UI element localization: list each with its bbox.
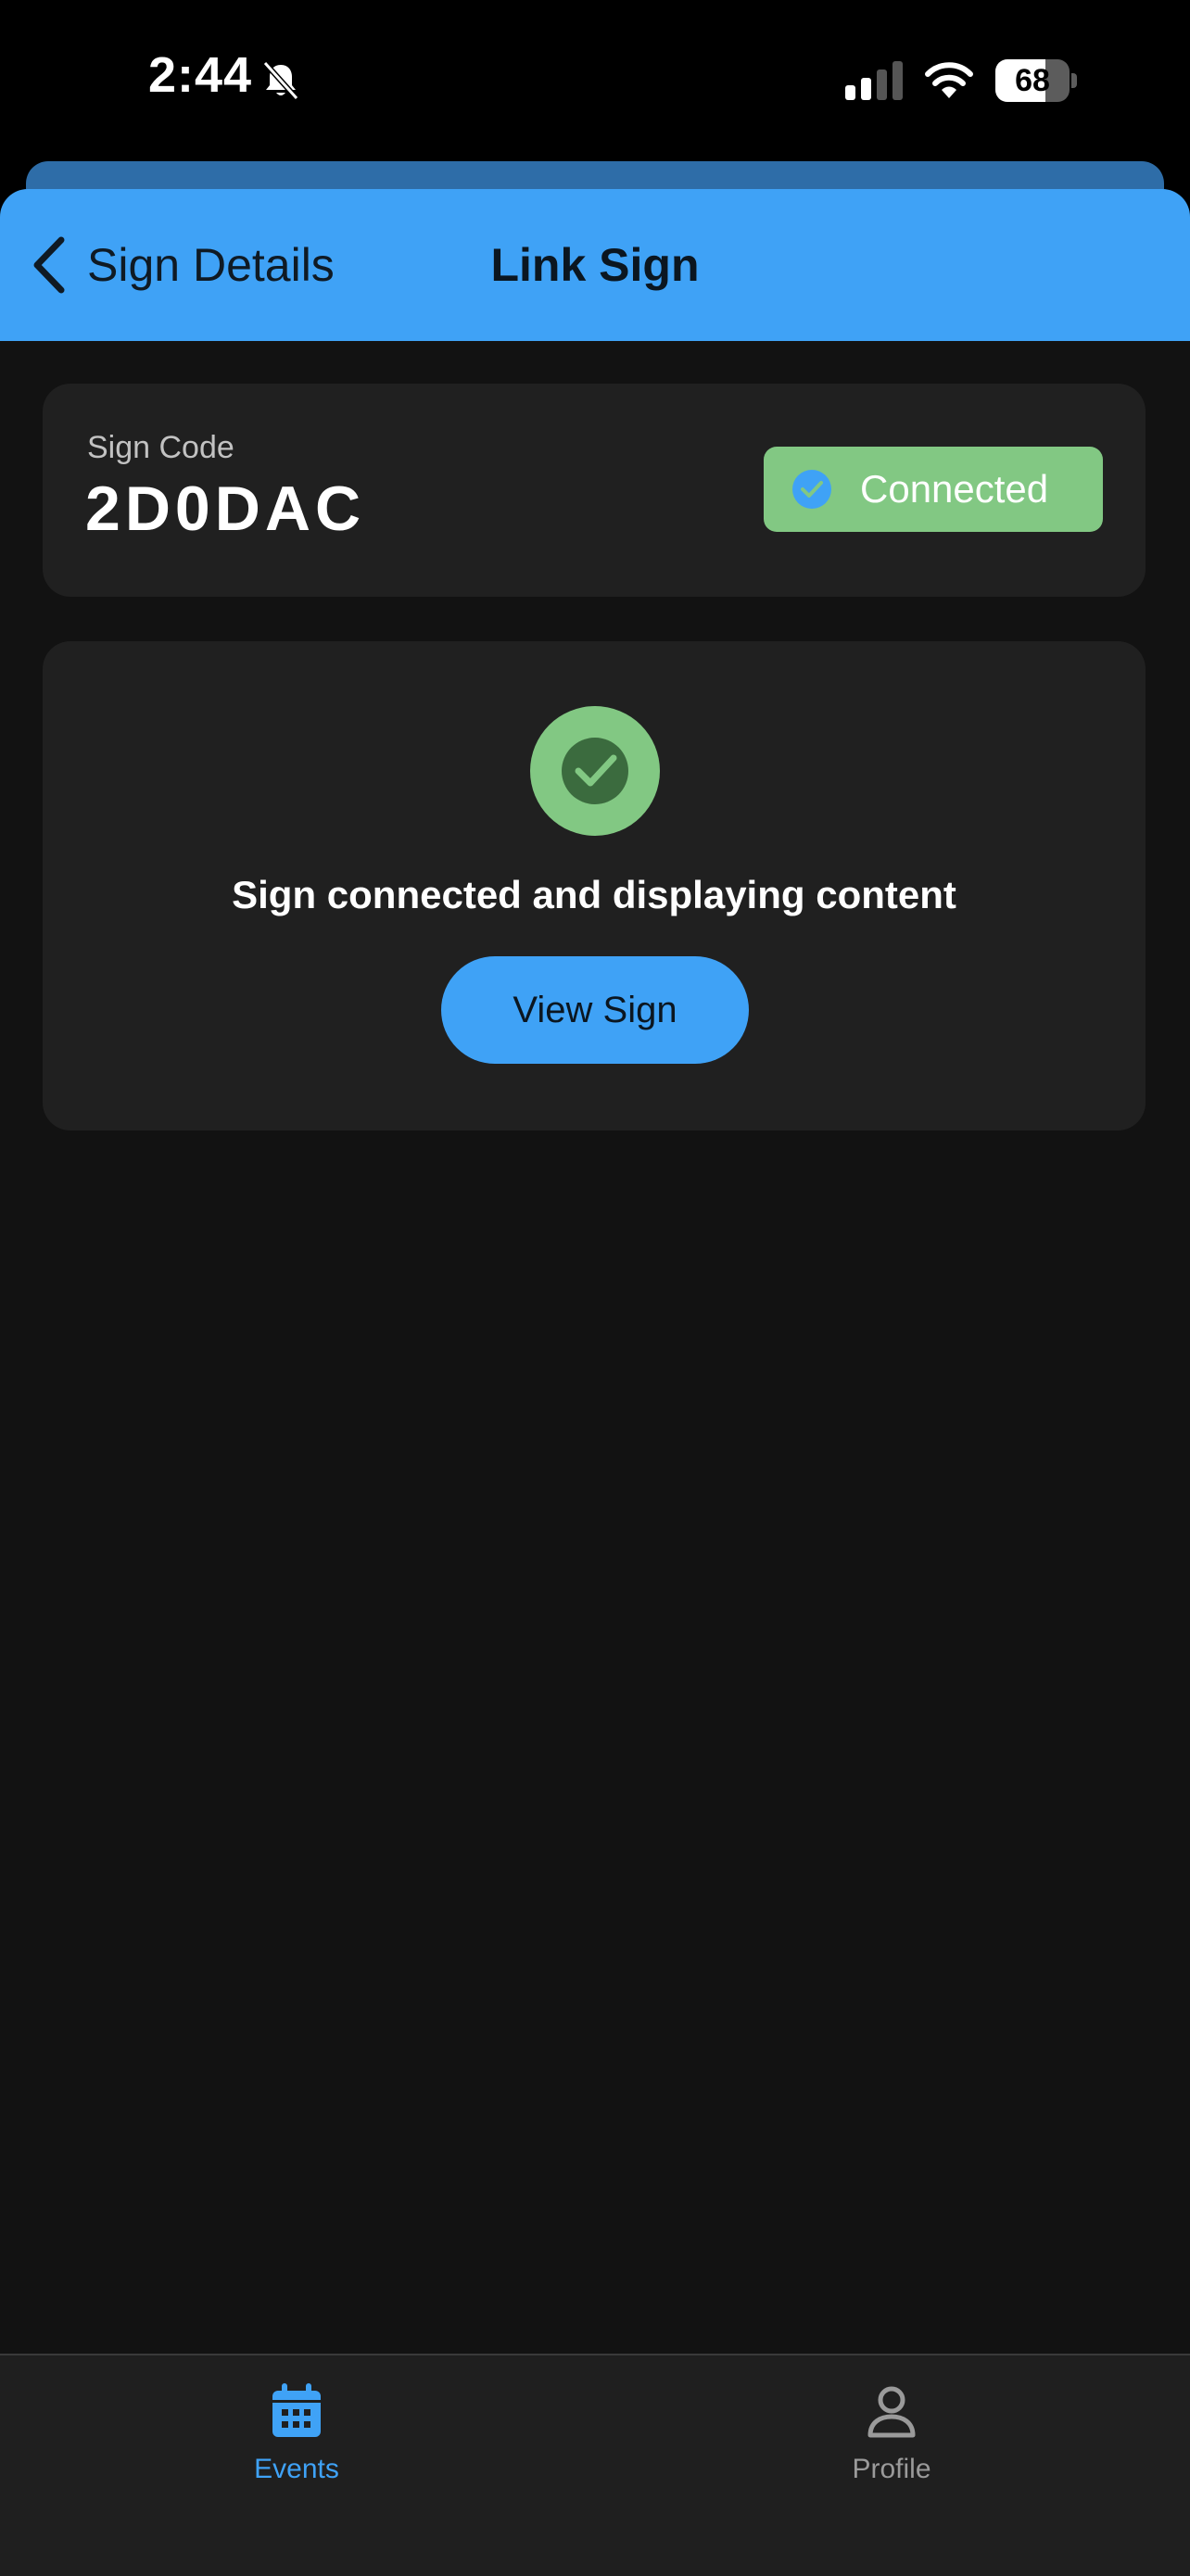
chevron-left-icon	[33, 236, 65, 294]
link-sign-sheet: Sign Details Link Sign Sign Code 2D0DAC …	[0, 189, 1190, 2354]
view-sign-button[interactable]: View Sign	[441, 956, 749, 1064]
calendar-icon	[272, 2383, 321, 2437]
tab-events[interactable]: Events	[158, 2381, 436, 2493]
back-label: Sign Details	[87, 239, 335, 291]
tab-profile-label: Profile	[852, 2454, 931, 2484]
battery-percentage: 68	[1015, 63, 1050, 98]
sign-code-value: 2D0DAC	[85, 474, 366, 544]
battery-indicator: 68	[995, 59, 1079, 102]
cellular-signal-icon	[845, 61, 903, 100]
success-check-icon	[530, 706, 660, 836]
status-bar: 2:44 68	[0, 0, 1190, 162]
person-icon	[867, 2386, 916, 2438]
status-time: 2:44	[148, 47, 253, 103]
navigation-header: Sign Details Link Sign	[0, 189, 1190, 341]
wifi-icon	[925, 62, 973, 98]
check-circle-icon	[792, 470, 831, 509]
status-badge-label: Connected	[860, 467, 1049, 511]
sign-code-label: Sign Code	[87, 430, 234, 465]
status-message: Sign connected and displaying content	[232, 873, 956, 916]
status-badge: Connected	[764, 447, 1103, 532]
tab-events-label: Events	[254, 2454, 339, 2484]
connection-status-card: Sign connected and displaying content Vi…	[43, 641, 1146, 1130]
sign-code-card: Sign Code 2D0DAC Connected	[43, 384, 1146, 597]
tab-profile[interactable]: Profile	[753, 2381, 1031, 2493]
silent-bell-icon	[262, 60, 299, 101]
tab-bar: Events Profile	[0, 2354, 1190, 2576]
back-button[interactable]: Sign Details	[28, 226, 335, 304]
